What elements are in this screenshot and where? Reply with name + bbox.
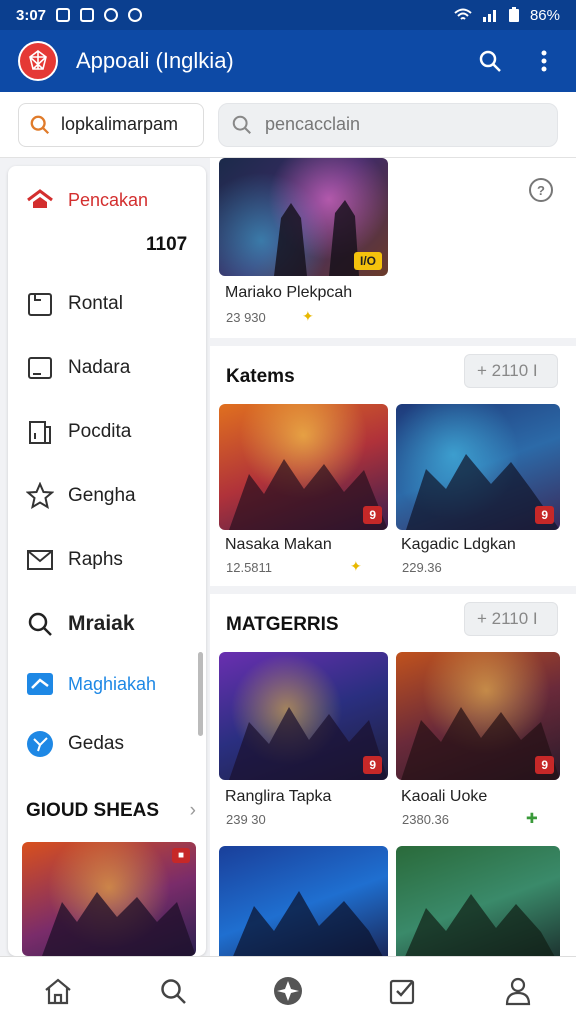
battery-level: 86% — [529, 6, 560, 24]
bookmark-icon — [26, 418, 54, 446]
game-meta: 2380.36 — [402, 812, 449, 827]
more-options-icon[interactable] — [530, 47, 558, 75]
sidebar-item-label: Mraiak — [68, 612, 135, 635]
search-field-value: lopkalimarpam — [61, 114, 179, 134]
search-field-primary[interactable]: lopkalimarpam — [18, 102, 204, 147]
bottom-navigation — [0, 956, 576, 1024]
notification-icon — [56, 8, 71, 22]
message-icon — [26, 670, 54, 698]
sidebar-item-label: Pocdita — [68, 421, 132, 442]
game-title: Kaoali Uoke — [401, 788, 488, 805]
search-row: lopkalimarpam pencacclain — [0, 92, 576, 158]
signal-icon — [482, 10, 496, 22]
section-title: MATGERRIS — [226, 614, 339, 635]
sidebar-item-nadara[interactable]: Nadara — [26, 354, 130, 382]
game-badge: 9 — [535, 506, 554, 524]
game-meta: 229.36 — [402, 560, 442, 575]
game-title: Nasaka Makan — [225, 536, 332, 553]
game-meta: 12.5811 — [226, 560, 273, 575]
help-icon[interactable]: ? — [529, 178, 553, 202]
game-thumbnail[interactable] — [396, 846, 560, 956]
featured-meta: 23 930 — [226, 310, 266, 325]
tablet-icon — [26, 354, 54, 382]
sidebar-item-gengha[interactable]: Gengha — [26, 482, 136, 510]
section-title: Katems — [226, 366, 295, 387]
game-thumbnail[interactable]: 9 — [219, 652, 388, 780]
section-matgerris: MATGERRIS + 2110 I 9 Ranglira Tapka 239 … — [210, 594, 576, 956]
message-notification-icon — [128, 8, 143, 22]
sidebar-section-header[interactable]: GIOUD SHEAS › — [26, 800, 196, 822]
sidebar-item-label: Nadara — [68, 357, 131, 378]
app-notification-icon — [80, 8, 95, 22]
game-thumbnail[interactable]: 9 — [396, 652, 560, 780]
sidebar-game-thumbnail[interactable]: ■ — [22, 842, 196, 956]
sidebar-item-label: Gengha — [68, 485, 136, 506]
chat-notification-icon — [104, 8, 119, 22]
game-badge: 9 — [535, 756, 554, 774]
featured-card[interactable]: I/O Mariako Plekpcah 23 930 ✦ ? — [210, 158, 576, 338]
compass-icon — [26, 730, 54, 758]
search-icon[interactable] — [156, 974, 190, 1008]
mail-icon — [26, 546, 54, 574]
plus-icon: ✚ — [526, 810, 538, 826]
game-title: Kagadic Ldgkan — [401, 536, 516, 553]
search-icon — [232, 115, 251, 134]
sidebar-item-gedas[interactable]: Gedas — [26, 730, 124, 758]
app-bar: Appoali (Inglkia) — [0, 30, 576, 92]
sidebar-item-label: Pencakan — [68, 189, 149, 210]
sidebar-item-label: Maghiakah — [68, 673, 157, 694]
game-meta: 239 30 — [226, 812, 266, 827]
search-placeholder: pencacclain — [265, 114, 361, 134]
checklist-icon[interactable] — [386, 974, 420, 1008]
home-icon — [26, 186, 54, 214]
status-bar: 3:07 86% — [0, 0, 576, 30]
sidebar-item-label: Gedas — [68, 733, 124, 754]
sidebar-item-label: Rontal — [68, 293, 123, 314]
wifi-icon — [454, 8, 472, 20]
status-time: 3:07 — [16, 6, 47, 24]
search-icon[interactable] — [476, 47, 504, 75]
game-thumbnail[interactable] — [219, 846, 388, 956]
search-input[interactable]: pencacclain — [218, 102, 558, 147]
folder-icon — [26, 290, 54, 318]
game-title: Ranglira Tapka — [225, 788, 332, 805]
search-icon — [30, 115, 50, 134]
sidebar-section-title: GIOUD SHEAS — [26, 800, 160, 821]
sidebar-item-pencakan[interactable]: Pencakan — [26, 186, 148, 214]
game-thumbnail[interactable]: 9 — [396, 404, 560, 530]
section-katems: Katems + 2110 I 9 Nasaka Makan 12.5811 ✦… — [210, 346, 576, 586]
sidebar-item-raphs[interactable]: Raphs — [26, 546, 123, 574]
sidebar-item-mraiak[interactable]: Mraiak — [26, 610, 135, 638]
featured-title: Mariako Plekpcah — [225, 284, 353, 301]
battery-icon — [508, 7, 519, 22]
app-title: Appoali (Inglkia) — [76, 48, 234, 73]
sidebar-item-label: Raphs — [68, 549, 123, 570]
chevron-right-icon: › — [189, 800, 196, 821]
section-chip[interactable]: + 2110 I — [464, 602, 558, 636]
sidebar: Pencakan 1107 Rontal Nadara Pocdita Geng… — [8, 166, 206, 956]
sidebar-item-maghiakah[interactable]: Maghiakah — [26, 670, 156, 698]
app-logo[interactable] — [18, 41, 58, 81]
sidebar-item-rontal[interactable]: Rontal — [26, 290, 123, 318]
section-chip[interactable]: + 2110 I — [464, 354, 558, 388]
explore-icon[interactable] — [271, 974, 305, 1008]
game-badge: 9 — [363, 756, 382, 774]
star-icon: ✦ — [302, 308, 314, 324]
home-icon[interactable] — [41, 974, 75, 1008]
game-badge: 9 — [363, 506, 382, 524]
star-icon: ✦ — [350, 558, 362, 574]
main-content: I/O Mariako Plekpcah 23 930 ✦ ? Katems +… — [210, 158, 576, 956]
featured-badge: I/O — [353, 252, 382, 270]
sidebar-scrollbar[interactable] — [198, 652, 203, 736]
profile-icon[interactable] — [501, 974, 535, 1008]
game-thumbnail[interactable]: 9 — [219, 404, 388, 530]
sidebar-item-pocdita[interactable]: Pocdita — [26, 418, 131, 446]
star-icon — [26, 482, 54, 510]
sidebar-count: 1107 — [146, 234, 188, 255]
search-icon — [26, 610, 54, 638]
featured-thumbnail[interactable]: I/O — [219, 158, 388, 276]
